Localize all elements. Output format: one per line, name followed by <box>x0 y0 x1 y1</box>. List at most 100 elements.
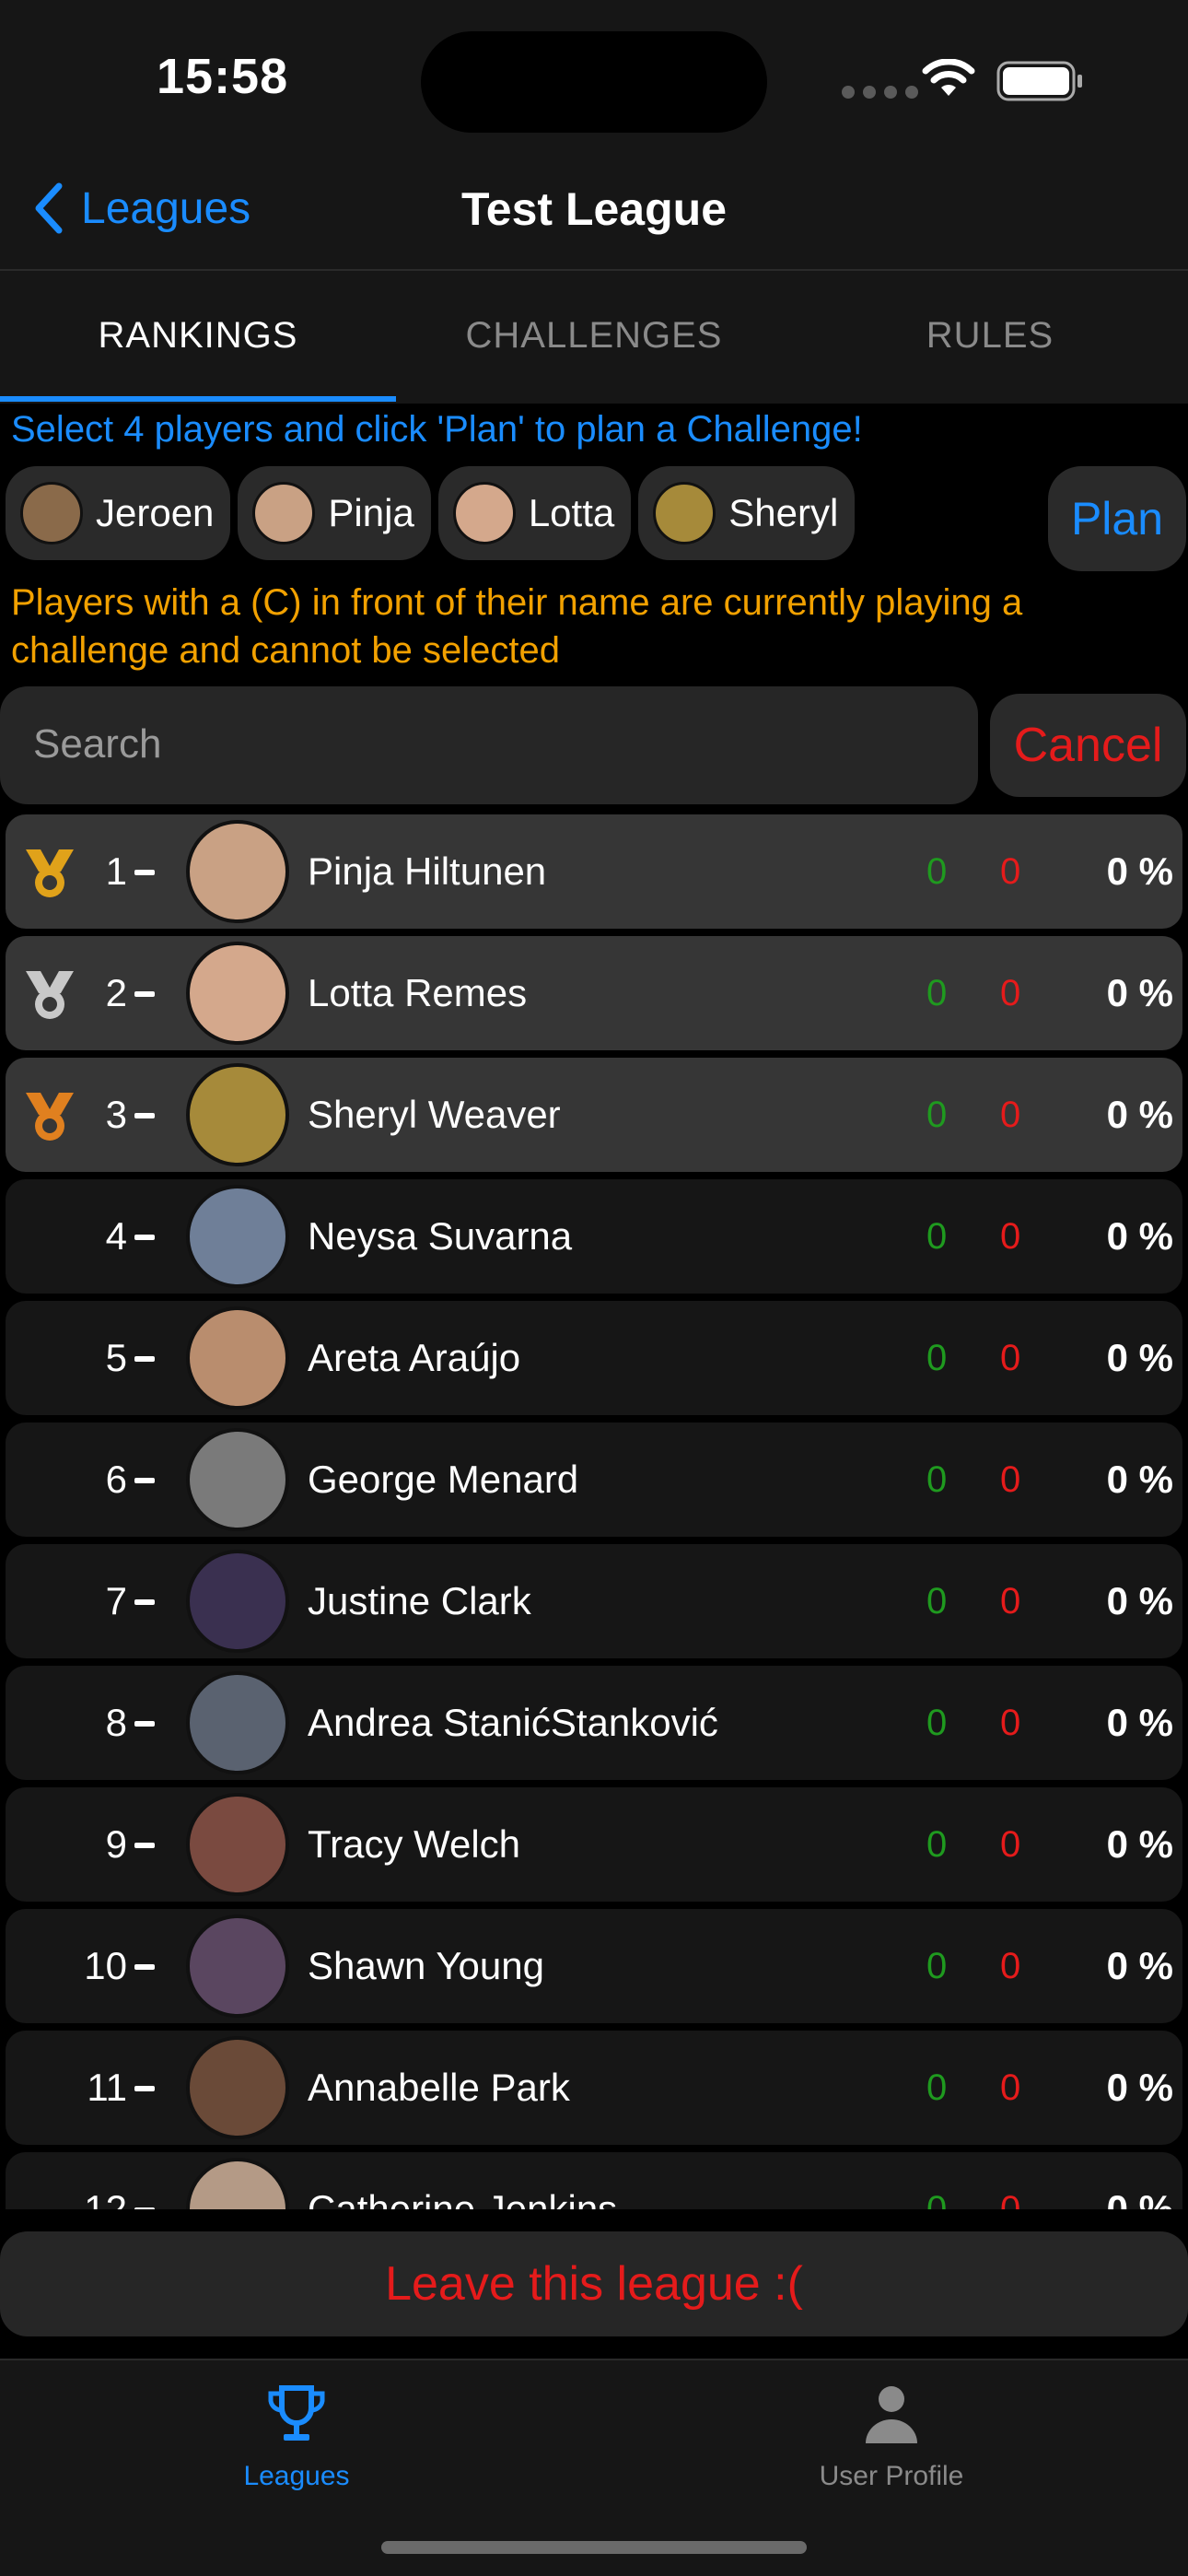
ranking-row[interactable]: 10 Shawn Young 0 0 0 % <box>6 1909 1182 2023</box>
win-percentage: 0 % <box>1106 1579 1173 1622</box>
rankings-list[interactable]: 1 Pinja Hiltunen 0 0 0 % 2 Lotta Remes 0 0 0 % 3… <box>0 814 1188 2209</box>
wins-count: 0 <box>926 851 948 892</box>
wins-count: 0 <box>926 1338 948 1378</box>
win-percentage: 0 % <box>1106 1822 1173 1866</box>
wins-count: 0 <box>926 1946 948 1986</box>
search-input[interactable]: Search <box>0 686 978 804</box>
wins-count: 0 <box>926 2189 948 2209</box>
rank-number: 1 <box>105 849 127 893</box>
ranking-row[interactable]: 9 Tracy Welch 0 0 0 % <box>6 1787 1182 1902</box>
selected-player-chip[interactable]: Sheryl <box>638 466 856 560</box>
medal-icon <box>26 971 74 1019</box>
rank-number: 9 <box>105 1822 127 1866</box>
avatar <box>186 1671 289 1774</box>
losses-count: 0 <box>1000 973 1021 1013</box>
segment-tabs: RANKINGS CHALLENGES RULES <box>0 271 1188 404</box>
ranking-row[interactable]: 4 Neysa Suvarna 0 0 0 % <box>6 1179 1182 1294</box>
player-name: Areta Araújo <box>308 1336 521 1379</box>
ranking-row[interactable]: 11 Annabelle Park 0 0 0 % <box>6 2031 1182 2145</box>
avatar <box>252 482 316 544</box>
player-name: Andrea StanićStanković <box>308 1701 718 1744</box>
rank-number: 2 <box>105 971 127 1014</box>
win-percentage: 0 % <box>1106 971 1173 1014</box>
losses-count: 0 <box>1000 1703 1021 1743</box>
wins-count: 0 <box>926 973 948 1013</box>
ranking-row[interactable]: 8 Andrea StanićStanković 0 0 0 % <box>6 1666 1182 1780</box>
ranking-row[interactable]: 7 Justine Clark 0 0 0 % <box>6 1544 1182 1658</box>
avatar <box>186 1550 289 1653</box>
avatar <box>452 482 516 544</box>
wins-count: 0 <box>926 1581 948 1622</box>
player-name: Lotta Remes <box>308 971 528 1014</box>
wins-count: 0 <box>926 1824 948 1865</box>
battery-icon <box>996 61 1082 101</box>
avatar <box>186 2036 289 2139</box>
avatar <box>20 482 83 544</box>
person-icon <box>866 2386 917 2443</box>
rank-change-icon <box>134 1478 155 1483</box>
navigation-bar: Leagues Test League <box>0 157 1188 271</box>
cellular-signal-icon <box>842 86 918 99</box>
win-percentage: 0 % <box>1106 1944 1173 1987</box>
selected-player-chip[interactable]: Jeroen <box>6 466 231 560</box>
rank-number: 12 <box>84 2187 127 2209</box>
plan-button[interactable]: Plan <box>1048 466 1186 571</box>
avatar <box>186 1185 289 1288</box>
cancel-button[interactable]: Cancel <box>990 694 1186 797</box>
tab-bar-leagues[interactable]: Leagues <box>158 2381 435 2492</box>
win-percentage: 0 % <box>1106 1701 1173 1744</box>
tab-challenges[interactable]: CHALLENGES <box>396 271 792 404</box>
chip-label: Sheryl <box>728 491 839 534</box>
ranking-row[interactable]: 6 George Menard 0 0 0 % <box>6 1423 1182 1537</box>
win-percentage: 0 % <box>1106 1458 1173 1501</box>
dynamic-island <box>421 31 767 133</box>
rank-change-icon <box>134 1356 155 1362</box>
rank-number: 3 <box>105 1093 127 1136</box>
rank-number: 8 <box>105 1701 127 1744</box>
ranking-row[interactable]: 12 Catherine Jenkins 0 0 0 % <box>6 2152 1182 2209</box>
chip-label: Lotta <box>528 491 615 534</box>
ranking-row[interactable]: 1 Pinja Hiltunen 0 0 0 % <box>6 814 1182 929</box>
losses-count: 0 <box>1000 851 1021 892</box>
active-tab-indicator <box>0 396 396 402</box>
win-percentage: 0 % <box>1106 849 1173 893</box>
losses-count: 0 <box>1000 2067 1021 2108</box>
win-percentage: 0 % <box>1106 2066 1173 2109</box>
tab-bar-label: User Profile <box>819 2461 964 2491</box>
avatar <box>186 1793 289 1896</box>
avatar <box>186 1063 289 1166</box>
rank-number: 11 <box>87 2066 127 2109</box>
instruction-text: Select 4 players and click 'Plan' to pla… <box>11 409 863 450</box>
player-name: Tracy Welch <box>308 1822 521 1866</box>
rank-change-icon <box>134 991 155 997</box>
warning-text: Players with a (C) in front of their nam… <box>11 582 1023 671</box>
wins-count: 0 <box>926 1216 948 1257</box>
losses-count: 0 <box>1000 1581 1021 1622</box>
avatar <box>186 820 289 923</box>
player-name: Annabelle Park <box>308 2066 570 2109</box>
win-percentage: 0 % <box>1106 1336 1173 1379</box>
selected-players: Jeroen Pinja Lotta Sheryl <box>6 466 856 560</box>
medal-icon <box>26 1093 74 1141</box>
win-percentage: 0 % <box>1106 1093 1173 1136</box>
selected-player-chip[interactable]: Pinja <box>238 466 431 560</box>
leave-league-button[interactable]: Leave this league :( <box>0 2231 1188 2336</box>
avatar <box>186 2158 289 2209</box>
tab-rankings[interactable]: RANKINGS <box>0 271 396 404</box>
ranking-row[interactable]: 2 Lotta Remes 0 0 0 % <box>6 936 1182 1050</box>
player-name: Sheryl Weaver <box>308 1093 561 1136</box>
wins-count: 0 <box>926 2067 948 2108</box>
ranking-row[interactable]: 5 Areta Araújo 0 0 0 % <box>6 1301 1182 1415</box>
ranking-row[interactable]: 3 Sheryl Weaver 0 0 0 % <box>6 1058 1182 1172</box>
rank-change-icon <box>134 2207 155 2209</box>
losses-count: 0 <box>1000 1216 1021 1257</box>
selected-player-chip[interactable]: Lotta <box>437 466 632 560</box>
rank-number: 5 <box>105 1336 127 1379</box>
avatar <box>186 942 289 1045</box>
rank-number: 4 <box>105 1214 127 1258</box>
tab-rules[interactable]: RULES <box>792 271 1188 404</box>
player-name: George Menard <box>308 1458 579 1501</box>
losses-count: 0 <box>1000 1095 1021 1135</box>
tab-bar-user-profile[interactable]: User Profile <box>753 2381 1030 2492</box>
avatar <box>186 1306 289 1410</box>
